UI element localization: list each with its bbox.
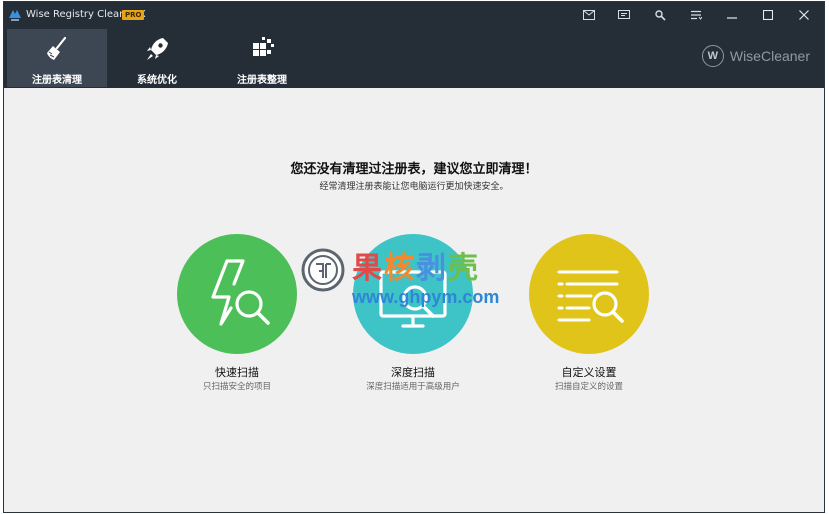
option-desc: 只扫描安全的项目 xyxy=(202,382,271,392)
tab-label: 系统优化 xyxy=(137,75,177,86)
maximize-icon[interactable] xyxy=(760,7,776,23)
menu-icon[interactable] xyxy=(688,7,704,23)
main-content: 您还没有清理过注册表，建议您立即清理！ 经常清理注册表能让您电脑运行更加快速安全… xyxy=(4,88,824,512)
brand-name: WiseCleaner xyxy=(729,48,810,64)
subline: 经常清理注册表能让您电脑运行更加快速安全。 xyxy=(319,182,509,192)
option-title: 快速扫描 xyxy=(215,366,259,379)
feedback-icon[interactable] xyxy=(616,7,632,23)
title-bar: Wise Registry Cleaner X PRO xyxy=(4,2,824,28)
tab-label: 注册表整理 xyxy=(237,75,287,86)
tab-registry-cleaner[interactable]: 注册表清理 xyxy=(7,29,107,87)
wisecleaner-brand[interactable]: W WiseCleaner xyxy=(701,43,810,69)
minimize-icon[interactable] xyxy=(724,7,740,23)
app-window: Wise Registry Cleaner X PRO 注册表清理 系统优化 注… xyxy=(3,1,825,513)
deep-scan-button[interactable]: 深度扫描 深度扫描适用于高级用户 xyxy=(343,234,483,394)
monitor-search-icon xyxy=(379,270,447,328)
tab-label: 注册表清理 xyxy=(32,75,82,86)
mail-icon[interactable] xyxy=(581,7,597,23)
option-title: 深度扫描 xyxy=(391,366,435,379)
broom-icon xyxy=(47,36,67,60)
pro-badge: PRO xyxy=(122,10,145,20)
nav-bar: 注册表清理 系统优化 注册表整理 W WiseCleaner xyxy=(4,28,824,88)
list-search-icon xyxy=(557,270,624,323)
tools-icon[interactable] xyxy=(652,7,668,23)
app-logo-icon xyxy=(9,10,21,21)
fast-scan-button[interactable]: 快速扫描 只扫描安全的项目 xyxy=(167,234,307,394)
tab-registry-defrag[interactable]: 注册表整理 xyxy=(212,29,312,87)
option-title: 自定义设置 xyxy=(561,366,617,379)
defrag-icon xyxy=(253,37,274,56)
custom-settings-button[interactable]: 自定义设置 扫描自定义的设置 xyxy=(519,234,659,394)
headline: 您还没有清理过注册表，建议您立即清理！ xyxy=(290,162,538,177)
option-desc: 深度扫描适用于高级用户 xyxy=(366,382,460,392)
close-icon[interactable] xyxy=(796,7,812,23)
rocket-icon xyxy=(147,38,168,60)
wisecleaner-logo: W xyxy=(701,45,724,67)
fast-scan-circle xyxy=(177,234,297,354)
tab-system-optimize[interactable]: 系统优化 xyxy=(107,29,207,87)
deep-scan-circle xyxy=(353,234,473,354)
option-desc: 扫描自定义的设置 xyxy=(554,382,623,392)
custom-settings-circle xyxy=(529,234,649,354)
lightning-search-icon xyxy=(211,259,270,326)
